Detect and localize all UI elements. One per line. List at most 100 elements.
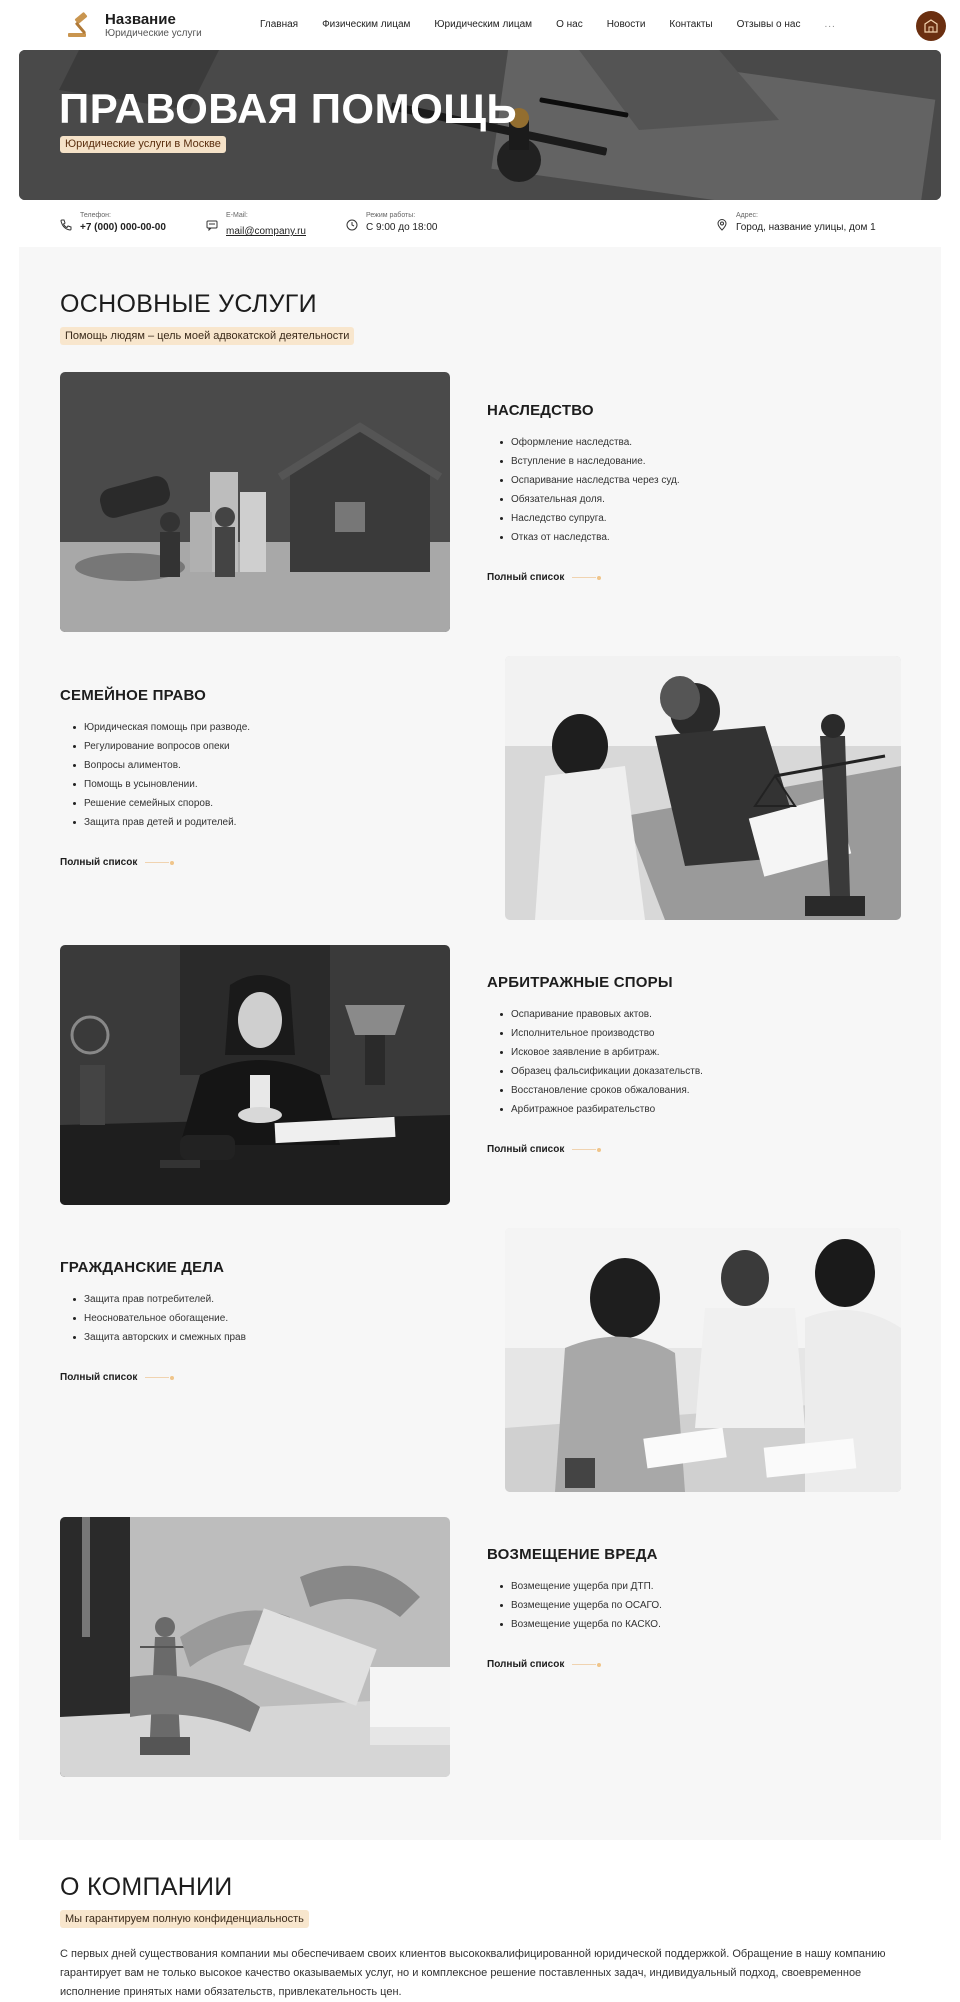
list-item: Оформление наследства. <box>487 433 887 452</box>
contact-hours: Режим работы: С 9:00 до 18:00 <box>346 211 437 235</box>
list-item: Арбитражное разбирательство <box>487 1100 887 1119</box>
full-list-label: Полный список <box>60 857 138 868</box>
damages-full-list-link[interactable]: Полный список <box>487 1659 887 1670</box>
hero-title: ПРАВОВАЯ ПОМОЩЬ <box>59 85 518 132</box>
arbitration-image <box>60 945 450 1205</box>
damages-title: ВОЗМЕЩЕНИЕ ВРЕДА <box>487 1546 658 1563</box>
list-item: Обязательная доля. <box>487 490 887 509</box>
phone-value[interactable]: +7 (000) 000-00-00 <box>80 221 166 235</box>
site-header: Название Юридические услуги Главная Физи… <box>0 0 960 50</box>
link-line <box>572 1664 597 1665</box>
list-item: Восстановление сроков обжалования. <box>487 1081 887 1100</box>
damages-image <box>60 1517 450 1777</box>
nav-contacts[interactable]: Контакты <box>669 18 712 32</box>
full-list-label: Полный список <box>487 572 565 583</box>
civil-cases-card: ГРАЖДАНСКИЕ ДЕЛА Защита прав потребителе… <box>60 1259 460 1383</box>
full-list-label: Полный список <box>487 1659 565 1670</box>
nav-reviews[interactable]: Отзывы о нас <box>737 18 801 32</box>
link-dot <box>170 860 175 865</box>
location-pin-icon <box>717 219 727 231</box>
hours-value: С 9:00 до 18:00 <box>366 222 438 233</box>
family-law-card: СЕМЕЙНОЕ ПРАВО Юридическая помощь при ра… <box>60 687 460 868</box>
arbitration-title: АРБИТРАЖНЫЕ СПОРЫ <box>487 974 673 991</box>
services-tag: Помощь людям – цель моей адвокатской дея… <box>60 327 355 345</box>
nav-legal-entities[interactable]: Юридическим лицам <box>434 18 532 32</box>
chat-icon <box>206 220 218 231</box>
list-item: Регулирование вопросов опеки <box>60 737 460 756</box>
main-nav: Главная Физическим лицам Юридическим лиц… <box>260 18 860 32</box>
list-item: Наследство супруга. <box>487 509 887 528</box>
contact-address: Адрес: Город, название улицы, дом 1 <box>716 211 876 235</box>
services-title: ОСНОВНЫЕ УСЛУГИ <box>60 290 317 318</box>
family-law-image <box>505 656 901 920</box>
list-item: Неосновательное обогащение. <box>60 1309 460 1328</box>
list-item: Исковое заявление в арбитраж. <box>487 1043 887 1062</box>
civil-cases-title: ГРАЖДАНСКИЕ ДЕЛА <box>60 1259 225 1276</box>
link-dot <box>597 575 602 580</box>
address-label: Адрес: <box>736 212 758 219</box>
list-item: Вопросы алиментов. <box>60 756 460 775</box>
inheritance-card: НАСЛЕДСТВО Оформление наследства. Вступл… <box>487 402 887 583</box>
damages-list: Возмещение ущерба при ДТП. Возмещение ущ… <box>487 1577 887 1634</box>
brand-subtitle: Юридические услуги <box>105 27 202 39</box>
address-value: Город, название улицы, дом 1 <box>736 222 876 233</box>
phone-label: Телефон: <box>80 212 111 219</box>
brand-title: Название <box>105 10 176 28</box>
family-law-full-list-link[interactable]: Полный список <box>60 857 460 868</box>
nav-home[interactable]: Главная <box>260 18 298 32</box>
list-item: Юридическая помощь при разводе. <box>60 718 460 737</box>
family-law-photo <box>505 656 901 920</box>
nav-news[interactable]: Новости <box>607 18 646 32</box>
civil-cases-list: Защита прав потребителей. Неосновательно… <box>60 1290 460 1347</box>
gavel-logo-icon <box>68 12 88 37</box>
clock-icon <box>346 219 358 231</box>
list-item: Оспаривание правовых актов. <box>487 1005 887 1024</box>
inheritance-image <box>60 372 450 632</box>
contacts-bar: Телефон: +7 (000) 000-00-00 E-Mail: mail… <box>0 203 960 247</box>
list-item: Отказ от наследства. <box>487 528 887 547</box>
full-list-label: Полный список <box>487 1144 565 1155</box>
nav-more[interactable]: ... <box>824 18 835 32</box>
link-line <box>572 577 597 578</box>
arbitration-card: АРБИТРАЖНЫЕ СПОРЫ Оспаривание правовых а… <box>487 974 887 1155</box>
arbitration-photo <box>60 945 450 1205</box>
about-text: С первых дней существования компании мы … <box>60 1948 886 1998</box>
arbitration-full-list-link[interactable]: Полный список <box>487 1144 887 1155</box>
list-item: Возмещение ущерба при ДТП. <box>487 1577 887 1596</box>
link-line <box>145 862 170 863</box>
list-item: Решение семейных споров. <box>60 794 460 813</box>
list-item: Оспаривание наследства через суд. <box>487 471 887 490</box>
inheritance-list: Оформление наследства. Вступление в насл… <box>487 433 887 547</box>
hero-tag: Юридические услуги в Москве <box>60 136 226 153</box>
damages-photo <box>60 1517 450 1777</box>
hero-banner: ПРАВОВАЯ ПОМОЩЬ Юридические услуги в Мос… <box>19 50 941 200</box>
building-icon <box>924 19 938 33</box>
civil-cases-image <box>505 1228 901 1492</box>
list-item: Помощь в усыновлении. <box>60 775 460 794</box>
damages-card: ВОЗМЕЩЕНИЕ ВРЕДА Возмещение ущерба при Д… <box>487 1546 887 1670</box>
account-button[interactable] <box>916 11 946 41</box>
inheritance-photo <box>60 372 450 632</box>
phone-icon <box>60 219 72 231</box>
arbitration-list: Оспаривание правовых актов. Исполнительн… <box>487 1005 887 1119</box>
contact-email: E-Mail: mail@company.ru <box>206 211 306 239</box>
inheritance-full-list-link[interactable]: Полный список <box>487 572 887 583</box>
list-item: Исполнительное производство <box>487 1024 887 1043</box>
inheritance-title: НАСЛЕДСТВО <box>487 402 594 419</box>
full-list-label: Полный список <box>60 1372 138 1383</box>
about-tag: Мы гарантируем полную конфиденциальность <box>60 1910 309 1928</box>
civil-cases-photo <box>505 1228 901 1492</box>
logo[interactable]: Название Юридические услуги <box>64 9 202 41</box>
email-link[interactable]: mail@company.ru <box>226 226 306 237</box>
nav-individuals[interactable]: Физическим лицам <box>322 18 410 32</box>
about-title: О КОМПАНИИ <box>60 1873 233 1901</box>
civil-cases-full-list-link[interactable]: Полный список <box>60 1372 460 1383</box>
nav-about[interactable]: О нас <box>556 18 583 32</box>
link-line <box>145 1377 170 1378</box>
link-dot <box>597 1147 602 1152</box>
family-law-list: Юридическая помощь при разводе. Регулиро… <box>60 718 460 832</box>
email-label: E-Mail: <box>226 212 248 219</box>
hours-label: Режим работы: <box>366 212 416 219</box>
list-item: Защита прав потребителей. <box>60 1290 460 1309</box>
list-item: Возмещение ущерба по КАСКО. <box>487 1615 887 1634</box>
